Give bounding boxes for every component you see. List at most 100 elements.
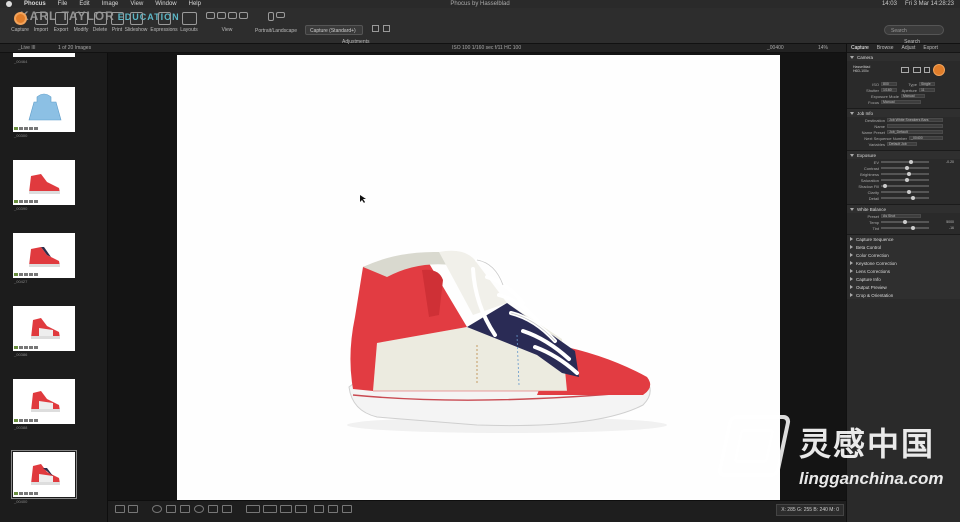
search-input[interactable]: Search [884, 25, 944, 35]
brightness-slider[interactable] [881, 171, 929, 176]
exposure-header[interactable]: Exposure [847, 151, 960, 159]
slideshow-button[interactable]: Slideshow [125, 12, 147, 33]
thumbnail-3[interactable] [13, 233, 75, 278]
section-beta-control[interactable]: Beta Control [847, 243, 960, 251]
menu-file[interactable]: File [58, 1, 68, 7]
hand-tool-icon[interactable] [208, 505, 218, 513]
grid-toggle-icon[interactable] [372, 25, 379, 32]
ev-slider[interactable] [881, 159, 929, 164]
rating-stars[interactable] [14, 200, 38, 204]
thumbnail-4[interactable] [13, 306, 75, 351]
capture-shutter-icon[interactable] [933, 64, 945, 76]
layouts-button[interactable]: Layouts [178, 12, 200, 33]
shutter-value[interactable]: 1/160 [881, 88, 897, 92]
section-keystone[interactable]: Keystone Correction [847, 259, 960, 267]
menu-view[interactable]: View [130, 1, 143, 7]
section-output-preview[interactable]: Output Preview [847, 283, 960, 291]
apple-icon[interactable] [6, 1, 12, 7]
thumbnail-6-selected[interactable] [11, 450, 77, 499]
thumbnail-name: _00388 [14, 425, 28, 430]
detail-slider[interactable] [881, 195, 929, 200]
overlay-toggle-icon[interactable] [383, 25, 390, 32]
split-view-icon[interactable] [128, 505, 138, 513]
rating-stars[interactable] [14, 127, 38, 131]
menu-edit[interactable]: Edit [79, 1, 89, 7]
print-icon [110, 12, 124, 25]
rating-stars[interactable] [14, 492, 38, 496]
zoom-scale[interactable]: 14% [818, 45, 828, 51]
watermark-cn-text: 灵感中国 [799, 426, 936, 462]
thumbnail-1[interactable] [13, 87, 75, 132]
view-compare-icon[interactable] [239, 12, 248, 19]
shadow-slider[interactable] [881, 183, 929, 188]
previous-image-icon[interactable] [314, 505, 324, 513]
aperture-value[interactable]: 11 [919, 88, 935, 92]
variables-value[interactable]: Default Job [887, 142, 917, 146]
menu-image[interactable]: Image [102, 1, 119, 7]
iso-value[interactable]: 800 [881, 82, 897, 86]
temp-slider[interactable] [881, 219, 929, 224]
straighten-tool-icon[interactable] [166, 505, 176, 513]
contrast-slider[interactable] [881, 165, 929, 170]
section-capture-sequence[interactable]: Capture Sequence [847, 235, 960, 243]
view-list-icon[interactable] [217, 12, 226, 19]
job-header[interactable]: Job Info [847, 109, 960, 117]
capture-button[interactable]: Capture [9, 12, 31, 33]
thumbnail-2[interactable] [13, 160, 75, 205]
thumbnail-5[interactable] [13, 379, 75, 424]
section-lens-corrections[interactable]: Lens Corrections [847, 267, 960, 275]
tint-slider[interactable] [881, 225, 929, 230]
name-preset-value[interactable]: Job_Default [887, 130, 943, 134]
section-capture-info[interactable]: Capture Info [847, 275, 960, 283]
picker-tool-icon[interactable] [180, 505, 190, 513]
folder-name[interactable]: _Live III [18, 45, 36, 51]
single-view-icon[interactable] [115, 505, 125, 513]
grid-overlay-icon[interactable] [280, 505, 292, 513]
view-grid-icon[interactable] [206, 12, 215, 19]
wb-preset-value[interactable]: As Shot [881, 214, 921, 218]
destination-value[interactable]: Job White Sneakers Bars [887, 118, 943, 122]
saturation-slider[interactable] [881, 177, 929, 182]
view-single-icon[interactable] [228, 12, 237, 19]
thumbnail-0[interactable] [13, 53, 75, 57]
settings-icon[interactable] [913, 67, 921, 73]
focus-mode-value[interactable]: Manual [881, 100, 921, 104]
tether-icon[interactable] [924, 67, 930, 73]
more-icon[interactable] [342, 505, 352, 513]
tab-export[interactable]: Export [923, 45, 937, 51]
move-tool-icon[interactable] [222, 505, 232, 513]
program-value[interactable]: Single [919, 82, 935, 86]
white-balance-header[interactable]: White Balance [847, 205, 960, 213]
clarity-slider[interactable] [881, 189, 929, 194]
export-button[interactable]: Export [50, 12, 72, 33]
camera-header[interactable]: Camera [847, 53, 960, 61]
rating-stars[interactable] [14, 419, 38, 423]
job-name-field[interactable] [887, 124, 943, 128]
section-crop[interactable]: Crop & Orientation [847, 291, 960, 299]
menu-app[interactable]: Phocus [24, 1, 46, 7]
loupe-icon[interactable] [246, 505, 260, 513]
menu-help[interactable]: Help [189, 1, 201, 7]
next-sequence-value[interactable]: _00400 [909, 136, 943, 140]
capture-mode-select[interactable]: Capture (Standard+) [305, 25, 363, 35]
collapsed-icon [850, 245, 853, 249]
view-group[interactable]: View [204, 12, 250, 33]
zoom-tool-icon[interactable] [194, 505, 204, 513]
overlay-icon[interactable] [263, 505, 277, 513]
exposure-mode-value[interactable]: Manual [901, 94, 925, 98]
rating-stars[interactable] [14, 273, 38, 277]
liveview-icon[interactable] [901, 67, 909, 73]
expressions-button[interactable]: Expressions [150, 12, 178, 33]
next-image-icon[interactable] [328, 505, 338, 513]
tab-capture[interactable]: Capture [851, 45, 869, 51]
menu-window[interactable]: Window [155, 1, 176, 7]
import-button[interactable]: Import [30, 12, 52, 33]
compare-icon[interactable] [295, 505, 307, 513]
rating-stars[interactable] [14, 346, 38, 350]
section-color-correction[interactable]: Color Correction [847, 251, 960, 259]
crop-tool-icon[interactable] [152, 505, 162, 513]
portrait-landscape-button[interactable]: Portrait/Landscape [255, 12, 297, 34]
tab-adjust[interactable]: Adjust [901, 45, 915, 51]
tab-browse[interactable]: Browse [877, 45, 894, 51]
image-canvas[interactable] [177, 55, 780, 500]
